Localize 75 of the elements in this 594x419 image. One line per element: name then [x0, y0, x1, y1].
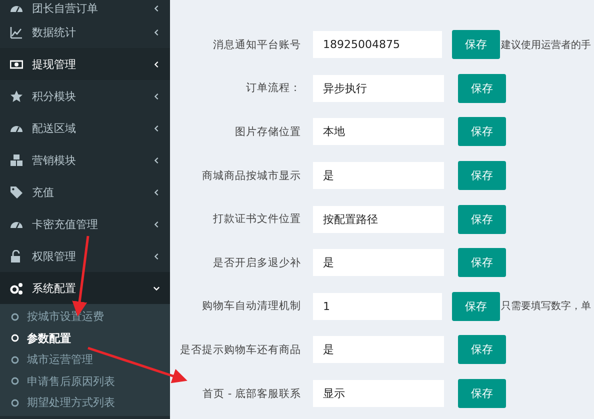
chevron-left-icon	[153, 28, 160, 36]
submenu-item[interactable]: 期望处理方式列表	[0, 392, 170, 414]
submenu-item[interactable]: 参数配置	[0, 328, 170, 349]
circle-icon	[11, 312, 19, 321]
sidebar-item[interactable]: 数据统计	[0, 16, 170, 48]
input-field[interactable]: 按配置路径	[313, 206, 444, 233]
chevron-left-icon	[153, 124, 160, 132]
setting-label: 订单流程：	[245, 81, 301, 96]
banknote-icon	[10, 58, 23, 70]
menu-label: 充值	[32, 184, 55, 200]
input-field[interactable]: 1	[313, 292, 442, 320]
chevron-left-icon	[153, 252, 160, 260]
sidebar-item[interactable]: 积分模块	[0, 80, 170, 112]
save-button[interactable]: 保存	[458, 74, 506, 103]
circle-icon	[11, 356, 19, 364]
setting-label: 图片存储位置	[234, 124, 301, 139]
chevron-down-icon	[153, 284, 160, 292]
setting-label: 是否提示购物车还有商品	[179, 342, 301, 357]
sidebar-item[interactable]: 充值	[0, 176, 170, 208]
sidebar-item[interactable]: 营销模块	[0, 144, 170, 176]
menu-label: 积分模块	[32, 88, 77, 104]
sidebar-item[interactable]: 卡密充值管理	[0, 208, 170, 240]
menu-label: 数据统计	[32, 24, 77, 40]
save-button[interactable]: 保存	[458, 117, 506, 146]
input-field[interactable]: 显示	[313, 380, 444, 408]
save-button[interactable]: 保存	[458, 379, 506, 408]
cubes-icon	[10, 154, 23, 166]
setting-label: 购物车自动清理机制	[201, 299, 301, 314]
input-field[interactable]: 是	[313, 336, 444, 364]
gears-icon	[10, 282, 23, 294]
input-field[interactable]: 18925004875	[313, 31, 442, 58]
menu-label: 提现管理	[32, 56, 77, 72]
sidebar-item[interactable]: 提现管理	[0, 48, 170, 80]
menu-label: 团长自营订单	[32, 0, 99, 16]
setting-label: 商城商品按城市显示	[201, 168, 301, 183]
save-button[interactable]: 保存	[458, 161, 506, 190]
input-field[interactable]: 本地	[313, 118, 444, 146]
save-button[interactable]: 保存	[458, 335, 506, 364]
tag-icon	[10, 186, 23, 198]
input-field[interactable]: 异步执行	[313, 74, 444, 102]
menu-label: 卡密充值管理	[32, 216, 99, 232]
setting-label: 首页 - 底部客服联系	[202, 386, 301, 401]
submenu-item[interactable]: 申请售后原因列表	[0, 370, 170, 392]
setting-label: 打款证书文件位置	[212, 212, 301, 226]
hint-text: 建议使用运营者的手	[501, 38, 591, 52]
circle-icon	[11, 398, 19, 407]
circle-icon	[11, 334, 19, 342]
sidebar-item[interactable]: 配送区域	[0, 112, 170, 144]
setting-label: 是否开启多退少补	[212, 256, 301, 270]
save-button[interactable]: 保存	[452, 30, 500, 60]
hint-text: 只需要填写数字，单	[501, 300, 591, 314]
menu-label: 系统配置	[32, 280, 77, 296]
save-button[interactable]: 保存	[458, 248, 506, 278]
input-field[interactable]: 是	[313, 162, 444, 190]
sidebar-item[interactable]: 系统配置	[0, 272, 170, 304]
save-button[interactable]: 保存	[458, 204, 506, 234]
sidebar-item[interactable]: 权限管理	[0, 240, 170, 272]
circle-icon	[11, 377, 19, 386]
menu-label: 权限管理	[32, 248, 77, 264]
chevron-left-icon	[153, 92, 160, 100]
chevron-left-icon	[153, 4, 160, 12]
submenu-item[interactable]: 城市运营管理	[0, 349, 170, 370]
menu-label: 配送区域	[32, 120, 77, 136]
setting-label: 消息通知平台账号	[212, 38, 301, 52]
sidebar-item[interactable]: 团长自营订单	[0, 0, 170, 16]
chevron-left-icon	[153, 188, 160, 196]
chevron-left-icon	[153, 156, 160, 164]
star-icon	[10, 90, 23, 102]
input-field[interactable]: 是	[313, 249, 444, 276]
save-button[interactable]: 保存	[452, 292, 500, 321]
chevron-left-icon	[153, 60, 160, 68]
chevron-left-icon	[153, 220, 160, 228]
menu-label: 营销模块	[32, 152, 77, 168]
line-chart-icon	[10, 26, 23, 38]
unlocked-padlock-icon	[10, 250, 23, 262]
